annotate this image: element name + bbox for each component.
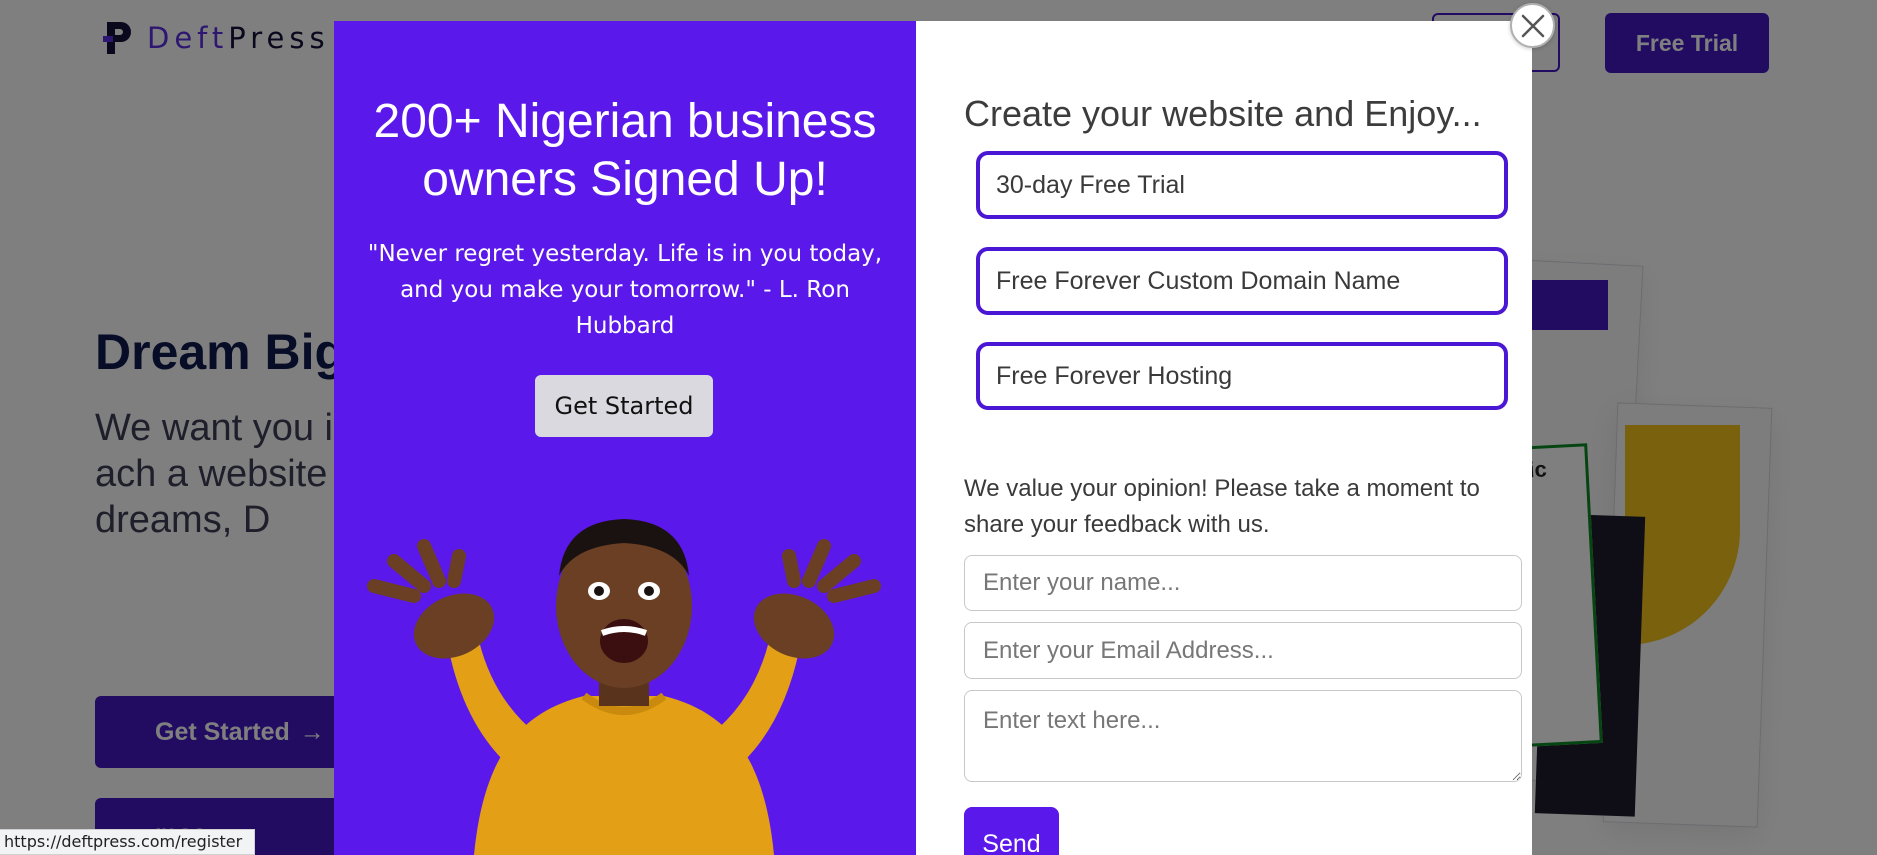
modal-close-button[interactable] — [1510, 3, 1555, 48]
offer-free-trial: 30-day Free Trial — [976, 151, 1508, 219]
offer-hosting: Free Forever Hosting — [976, 342, 1508, 410]
form-title: Create your website and Enjoy... — [964, 93, 1482, 134]
feedback-textarea[interactable] — [964, 690, 1522, 782]
close-icon — [1521, 14, 1544, 37]
modal-form-panel: Create your website and Enjoy... 30-day … — [916, 21, 1532, 855]
status-bar-url: https://deftpress.com/register — [0, 829, 256, 855]
promo-get-started-button[interactable]: Get Started — [535, 375, 713, 437]
modal-promo-panel: 200+ Nigerian business owners Signed Up!… — [334, 21, 916, 855]
email-input[interactable] — [964, 622, 1522, 679]
offer-custom-domain: Free Forever Custom Domain Name — [976, 247, 1508, 315]
excited-man-image — [367, 519, 881, 855]
feedback-prompt: We value your opinion! Please take a mom… — [964, 475, 1480, 538]
promo-quote: "Never regret yesterday. Life is in you … — [367, 241, 883, 339]
send-button[interactable]: Send — [964, 807, 1059, 855]
signup-modal: 200+ Nigerian business owners Signed Up!… — [334, 21, 1532, 855]
promo-title: 200+ Nigerian business owners Signed Up! — [373, 95, 877, 206]
name-input[interactable] — [964, 555, 1522, 611]
